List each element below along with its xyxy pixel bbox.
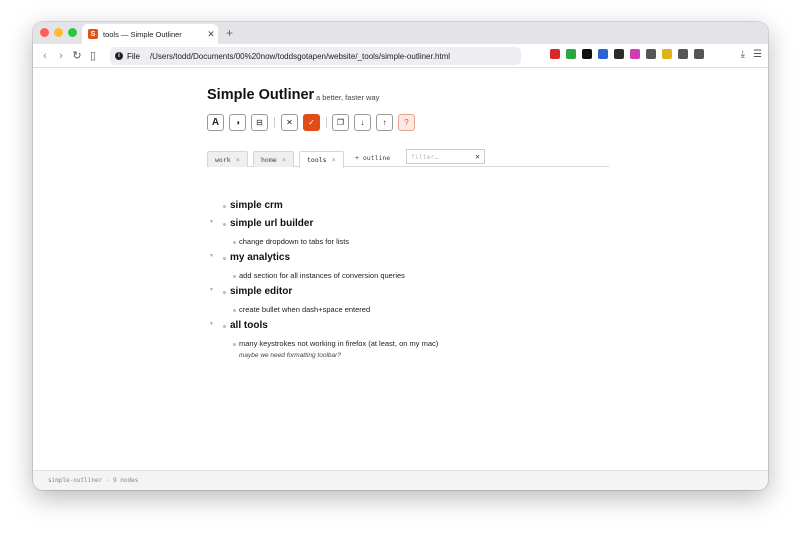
toolbar-divider (274, 117, 275, 128)
extension-icon[interactable] (630, 49, 640, 59)
outline-child[interactable]: many keystrokes not working in firefox (… (239, 339, 438, 348)
collapse-toggle-icon[interactable]: ▼ (209, 219, 216, 225)
browser-window: S tools — Simple Outliner ✕ + ‹ › ↻ ▯ i … (33, 22, 768, 490)
contrast-button[interactable]: ◑ (229, 114, 246, 131)
collapse-toggle-icon[interactable]: ▼ (209, 287, 216, 293)
close-tab-icon[interactable]: × (282, 156, 286, 164)
extension-icon[interactable] (598, 49, 608, 59)
check-button[interactable]: ✓ (303, 114, 320, 131)
close-tab-icon[interactable]: ✕ (204, 29, 218, 40)
move-down-button[interactable]: ↓ (354, 114, 371, 131)
window-controls (40, 28, 77, 37)
font-button[interactable]: A (207, 114, 224, 131)
extension-icon[interactable] (678, 49, 688, 59)
bullet-icon[interactable] (233, 241, 236, 244)
minimize-window-button[interactable] (54, 28, 63, 37)
extension-icon[interactable] (662, 49, 672, 59)
extension-icon[interactable] (694, 49, 704, 59)
browser-toolbar: ‹ › ↻ ▯ i File /Users/todd/Documents/00%… (33, 44, 768, 68)
extension-icon[interactable] (566, 49, 576, 59)
info-icon[interactable]: i (115, 52, 123, 60)
app-title: Simple Outliner (207, 87, 315, 103)
extension-icons (550, 49, 704, 59)
tab-work[interactable]: work × (207, 151, 248, 167)
bullet-icon[interactable] (223, 223, 226, 226)
extension-icon[interactable] (550, 49, 560, 59)
outline-tabs: work × home × tools × + outline filter… … (207, 149, 609, 168)
menu-icon[interactable]: ☰ (753, 49, 762, 60)
bullet-icon[interactable] (223, 257, 226, 260)
forward-icon[interactable]: › (53, 50, 69, 62)
outline-node[interactable]: all tools (230, 320, 268, 331)
close-tab-icon[interactable]: × (332, 156, 336, 164)
collapse-toggle-icon[interactable]: ▼ (209, 253, 216, 259)
url-scheme: File (127, 51, 140, 61)
url-text[interactable]: /Users/todd/Documents/00%20now/toddsgota… (150, 52, 450, 61)
collapse-toggle-icon[interactable]: ▼ (209, 321, 216, 327)
outline-child[interactable]: change dropdown to tabs for lists (239, 237, 349, 246)
reload-icon[interactable]: ↻ (69, 49, 85, 62)
extension-icon[interactable] (582, 49, 592, 59)
bookmark-icon[interactable]: ▯ (85, 49, 101, 62)
bullet-icon[interactable] (233, 275, 236, 278)
extension-icon[interactable] (614, 49, 624, 59)
outline-child[interactable]: add section for all instances of convers… (239, 271, 405, 280)
browser-tab-active[interactable]: S tools — Simple Outliner ✕ (82, 24, 218, 44)
bullet-icon[interactable] (233, 309, 236, 312)
address-bar[interactable]: i File /Users/todd/Documents/00%20now/to… (110, 47, 521, 65)
toolbar-divider (326, 117, 327, 128)
filter-input[interactable]: filter… ✕ (406, 149, 485, 164)
browser-tab-title: tools — Simple Outliner (103, 29, 182, 39)
tab-home[interactable]: home × (253, 151, 294, 167)
outline-note[interactable]: maybe we need formatting toolbar? (239, 352, 341, 359)
zoom-window-button[interactable] (68, 28, 77, 37)
outline-child[interactable]: create bullet when dash+space entered (239, 305, 370, 314)
download-icon[interactable]: ⤓ (741, 49, 745, 60)
bullet-icon[interactable] (233, 343, 236, 346)
copy-button[interactable]: ❐ (332, 114, 349, 131)
outline-node[interactable]: simple editor (230, 286, 292, 297)
bullet-icon[interactable] (223, 325, 226, 328)
move-up-button[interactable]: ↑ (376, 114, 393, 131)
tab-label: work (215, 155, 231, 164)
back-icon[interactable]: ‹ (37, 50, 53, 62)
filter-placeholder: filter… (411, 152, 439, 161)
status-bar: simple-outliner · 9 nodes (33, 470, 768, 490)
add-outline-button[interactable]: + outline (355, 154, 390, 162)
page-content: Simple Outliner a better, faster way A ◑… (33, 69, 768, 470)
outline-node[interactable]: simple url builder (230, 218, 313, 229)
app-subtitle: a better, faster way (316, 93, 380, 102)
extension-icon[interactable] (646, 49, 656, 59)
outline-node[interactable]: my analytics (230, 252, 290, 263)
tab-label: home (261, 155, 277, 164)
close-tab-icon[interactable]: × (236, 156, 240, 164)
outline-node[interactable]: simple crm (230, 200, 283, 211)
clear-button[interactable]: ✕ (281, 114, 298, 131)
tab-label: tools (307, 156, 327, 164)
favicon-icon: S (88, 29, 98, 39)
tab-strip: S tools — Simple Outliner ✕ + (33, 22, 768, 44)
bullet-icon[interactable] (223, 205, 226, 208)
tab-tools[interactable]: tools × (299, 151, 344, 168)
toolbar-right-icons: ⤓ ☰ (741, 49, 762, 60)
close-window-button[interactable] (40, 28, 49, 37)
collapse-button[interactable]: ⊟ (251, 114, 268, 131)
clear-filter-icon[interactable]: ✕ (475, 152, 480, 161)
new-tab-button[interactable]: + (226, 26, 233, 40)
bullet-icon[interactable] (223, 291, 226, 294)
help-button[interactable]: ? (398, 114, 415, 131)
